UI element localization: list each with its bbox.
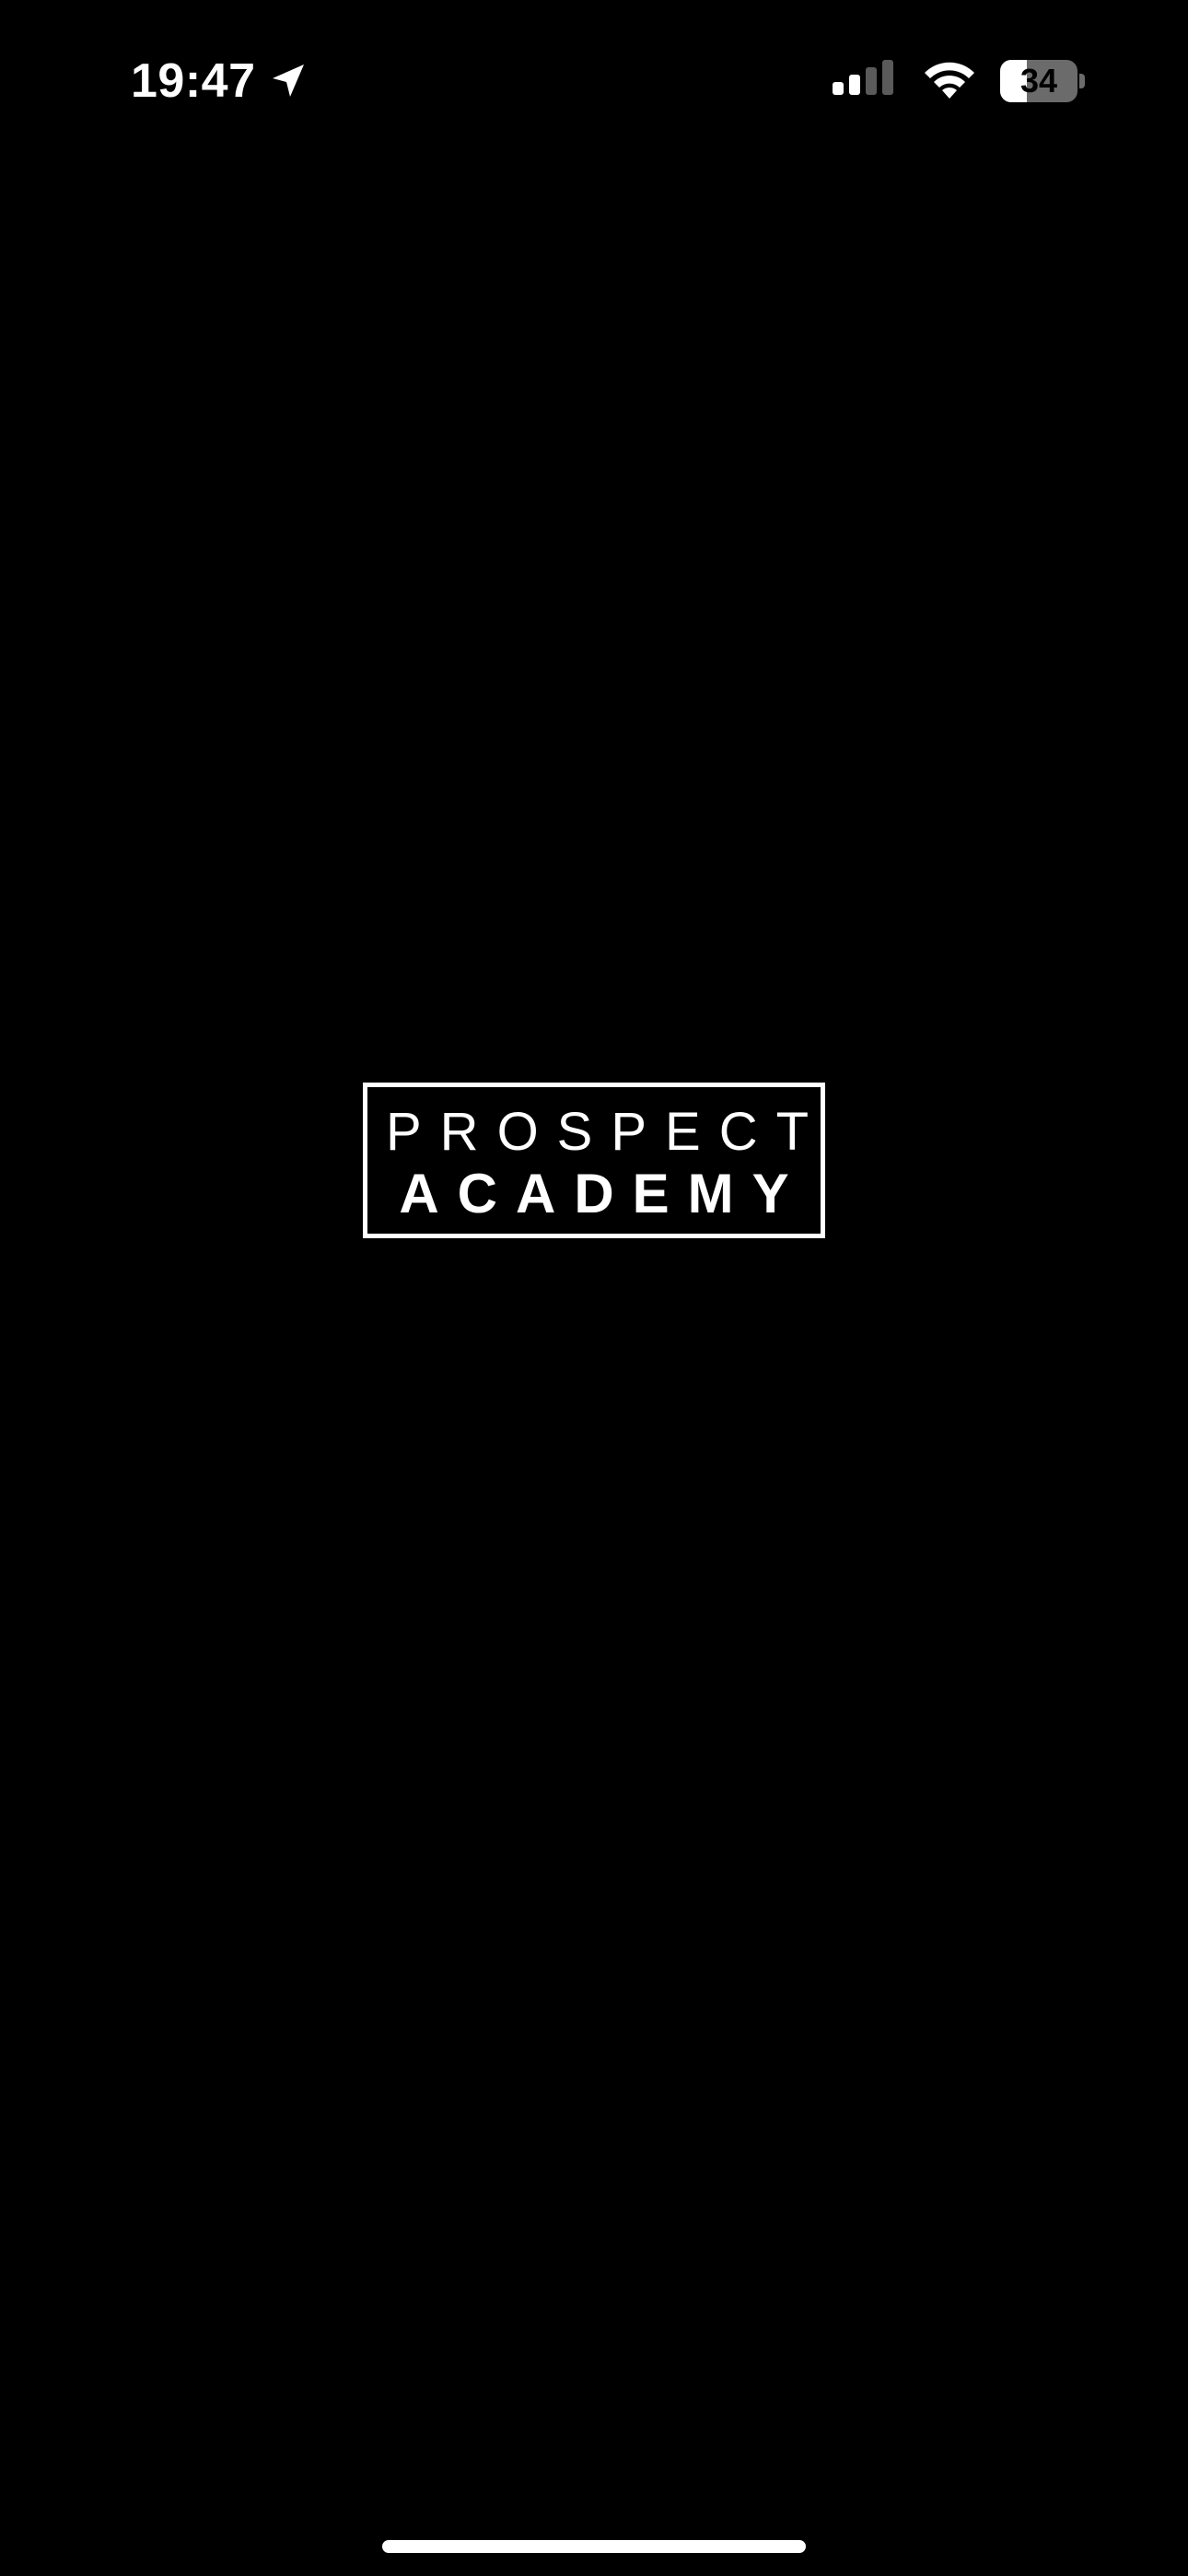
logo: PROSPECT ACADEMY: [363, 1083, 825, 1238]
splash-screen: PROSPECT ACADEMY: [0, 0, 1188, 2576]
logo-line-prospect: PROSPECT: [386, 1102, 828, 1162]
logo-line-academy: ACADEMY: [399, 1163, 808, 1224]
home-indicator[interactable]: [382, 2540, 806, 2553]
